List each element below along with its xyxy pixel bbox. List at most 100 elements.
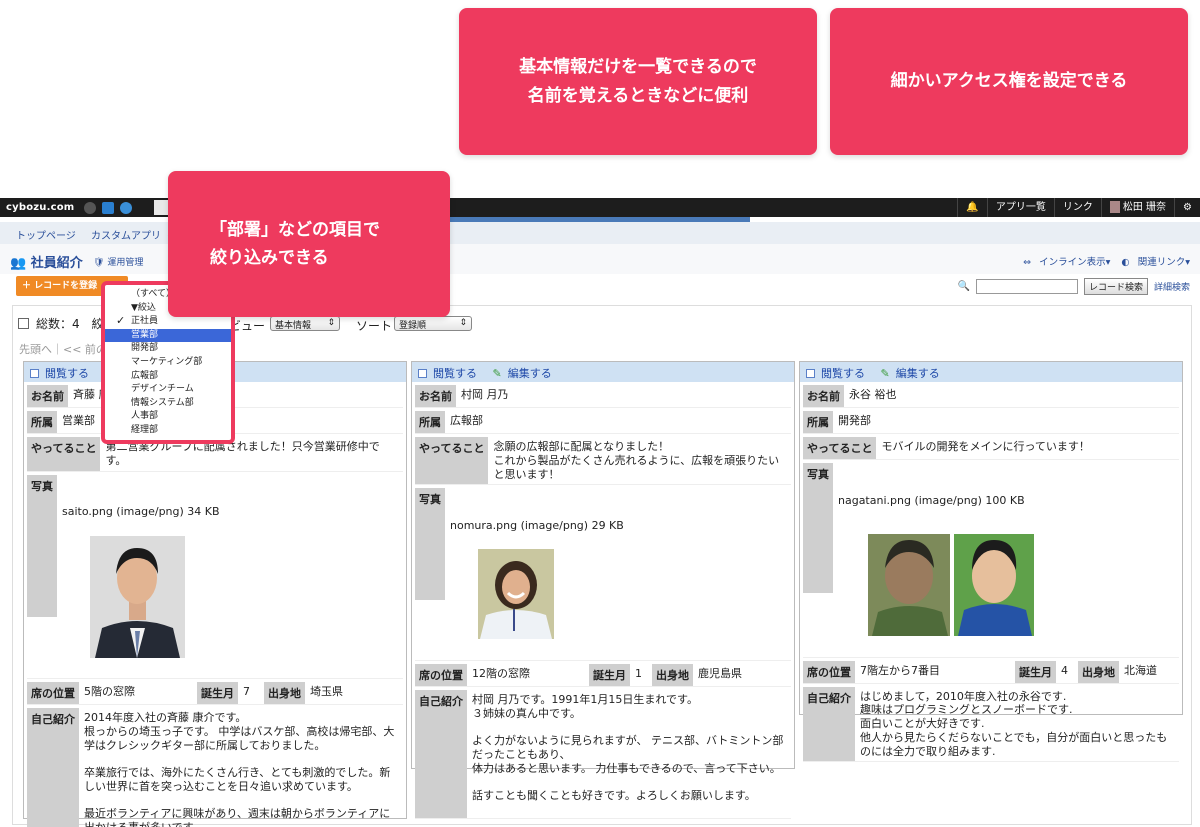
view-icon xyxy=(30,369,39,378)
field-label: 席の位置 xyxy=(803,660,855,683)
view-select[interactable]: 基本情報 ⇕ xyxy=(270,316,340,331)
employee-photo[interactable] xyxy=(477,549,554,640)
pencil-icon: ✎ xyxy=(492,367,502,380)
photo-filename[interactable]: nomura.png (image/png) 29 KB xyxy=(450,519,624,533)
search-input[interactable] xyxy=(975,278,1078,294)
app-list-menu[interactable]: アプリ一覧 xyxy=(986,198,1054,217)
field-label: 所属 xyxy=(27,411,57,433)
field-value: 7階左から7番目 xyxy=(860,663,940,677)
employee-photo[interactable] xyxy=(865,524,1036,636)
field-label: 出身地 xyxy=(652,663,693,686)
dropdown-option[interactable]: デザインチーム xyxy=(105,383,231,397)
user-menu[interactable]: 松田 珊奈 xyxy=(1100,198,1174,217)
field-label: 席の位置 xyxy=(27,682,79,704)
option-label: 経理部 xyxy=(131,424,159,435)
field-label: 写真 xyxy=(27,474,57,617)
field-photo: 写真 nagatani.png (image/png) 100 KB xyxy=(803,463,1179,658)
option-label: 人事部 xyxy=(131,411,159,422)
callout-line: 「部署」などの項目で xyxy=(210,219,380,240)
field-label: やってること xyxy=(27,437,101,471)
field-label: 誕生月 xyxy=(197,682,238,704)
gear-icon[interactable]: ⚙ xyxy=(1174,198,1200,217)
field-value: 5階の窓際 xyxy=(84,685,135,698)
field-value: はじめまして，2010年度入社の永谷です. 趣味はプログラミングとスノーボードで… xyxy=(860,689,1168,758)
field-value: 12階の窓際 xyxy=(472,666,530,680)
dropdown-option[interactable]: 営業部 xyxy=(105,328,231,343)
field-intro: 自己紹介 村岡 月乃です。1991年1月15日生まれです。 ３姉妹の真ん中です。 … xyxy=(415,689,791,819)
app-manage-label: 運用管理 xyxy=(107,258,144,268)
field-label: 誕生月 xyxy=(1015,660,1056,683)
record-card: 閲覧する ✎ 編集する お名前 永谷 裕也 所属 開発部 やってること モバイルの開発を… xyxy=(799,361,1183,763)
edit-record-link[interactable]: ✎ 編集する xyxy=(493,367,558,380)
field-value: 開発部 xyxy=(838,414,871,427)
field-seat-row: 席の位置 5階の窓際 誕生月 7 出身地 埼玉県 xyxy=(27,682,403,705)
app-manage-link[interactable]: 🛡 運用管理 xyxy=(93,255,143,268)
edit-label: 編集する xyxy=(895,367,940,380)
field-value: モバイルの開発をメインに行っています！ xyxy=(881,440,1090,453)
field-doing: やってること モバイルの開発をメインに行っています！ xyxy=(803,437,1179,460)
view-record-link[interactable]: 閲覧する xyxy=(806,367,871,380)
inline-view-link[interactable]: ⇔ インライン表示▾ xyxy=(1023,257,1110,268)
advanced-search-link[interactable]: 詳細検索 xyxy=(1154,280,1190,293)
view-label: 閲覧する xyxy=(45,367,89,380)
employee-photo[interactable] xyxy=(89,535,185,658)
callout-filter: 「部署」などの項目で 絞り込みできる xyxy=(168,171,450,317)
sort-select-value: 登録順 xyxy=(399,321,427,331)
record-search-button[interactable]: レコード検索 xyxy=(1083,277,1148,295)
field-label: 写真 xyxy=(415,488,445,601)
photo-field: saito.png (image/png) 34 KB xyxy=(57,475,225,679)
view-record-link[interactable]: 閲覧する xyxy=(30,367,95,380)
pager[interactable]: 先頭へ｜<< 前の xyxy=(19,341,107,357)
field-value: 営業部 xyxy=(62,414,95,427)
dropdown-option[interactable]: ✓ 正社員 xyxy=(105,314,231,329)
edit-record-link[interactable]: ✎ 編集する xyxy=(881,367,946,380)
dropdown-option[interactable]: 情報システム部 xyxy=(105,397,231,411)
app-title: 👥 社員紹介 xyxy=(10,252,83,271)
bell-icon[interactable]: 🔔 xyxy=(957,198,986,217)
breadcrumb-top[interactable]: トップページ xyxy=(16,231,76,242)
dropdown-option[interactable]: 広報部 xyxy=(105,370,231,384)
field-photo: 写真 saito.png (image/png) 34 KB xyxy=(27,474,403,679)
field-value: 2014年度入社の斉藤 康介です。 根っからの埼玉っ子です。 中学はバスケ部、高… xyxy=(84,711,395,827)
garoon-icon[interactable] xyxy=(84,201,97,214)
add-record-label: レコードを登録 xyxy=(34,281,98,291)
shield-icon: 🛡 xyxy=(93,258,105,268)
sort-select[interactable]: 登録順 ⇕ xyxy=(394,316,472,331)
field-value: 1 xyxy=(635,666,642,680)
photo-filename[interactable]: saito.png (image/png) 34 KB xyxy=(62,505,220,519)
callout-line: 細かいアクセス権を設定できる xyxy=(890,71,1128,92)
global-search-box[interactable] xyxy=(154,200,168,215)
office-icon[interactable] xyxy=(102,201,115,214)
dropdown-option[interactable]: マーケティング部 xyxy=(105,356,231,370)
dropdown-option[interactable]: 経理部 xyxy=(105,424,231,438)
select-all-checkbox[interactable] xyxy=(18,318,29,329)
field-value: 7 xyxy=(243,685,250,698)
view-record-link[interactable]: 閲覧する xyxy=(418,367,483,380)
view-icon xyxy=(806,369,815,378)
search-icon: 🔍 xyxy=(957,280,970,292)
screenshot-root: 基本情報だけを一覧できるので 名前を覚えるときなどに便利 細かいアクセス権を設定… xyxy=(0,0,1200,827)
field-intro: 自己紹介 2014年度入社の斉藤 康介です。 根っからの埼玉っ子です。 中学はバス… xyxy=(27,708,403,827)
field-name: お名前 村岡 月乃 xyxy=(415,385,791,408)
dropdown-option[interactable]: 開発部 xyxy=(105,342,231,356)
field-label: 自己紹介 xyxy=(27,708,79,827)
photo-field: nagatani.png (image/png) 100 KB xyxy=(833,463,1041,657)
chevron-down-icon: ⇕ xyxy=(459,318,467,328)
field-label: 所属 xyxy=(415,411,445,433)
related-links-link[interactable]: ◐ 関連リンク▾ xyxy=(1121,257,1190,268)
field-seat-row: 席の位置 12階の窓際 誕生月 1 出身地 鹿児島県 xyxy=(415,663,791,687)
link-menu[interactable]: リンク xyxy=(1053,198,1101,217)
photo-filename[interactable]: nagatani.png (image/png) 100 KB xyxy=(838,494,1036,508)
record-card: 閲覧する ✎ 編集する お名前 村岡 月乃 所属 広報部 やってること 念願の広報部に配… xyxy=(411,361,795,819)
brand-logo[interactable]: cybozu.com xyxy=(0,202,84,213)
field-value: 鹿児島県 xyxy=(698,666,742,680)
record-actions: 閲覧する ✎ 編集する xyxy=(800,362,1182,382)
callout-line: 絞り込みできる xyxy=(210,248,329,268)
breadcrumb-custom-app[interactable]: カスタムアプリ（/ xyxy=(91,231,174,242)
callout-basic-info: 基本情報だけを一覧できるので 名前を覚えるときなどに便利 xyxy=(459,8,817,155)
field-label: 誕生月 xyxy=(589,663,630,686)
dropdown-option[interactable]: 人事部 xyxy=(105,410,231,424)
kintone-icon[interactable] xyxy=(120,201,133,214)
related-links-label: 関連リンク xyxy=(1137,257,1186,268)
pencil-icon: ✎ xyxy=(880,367,890,380)
